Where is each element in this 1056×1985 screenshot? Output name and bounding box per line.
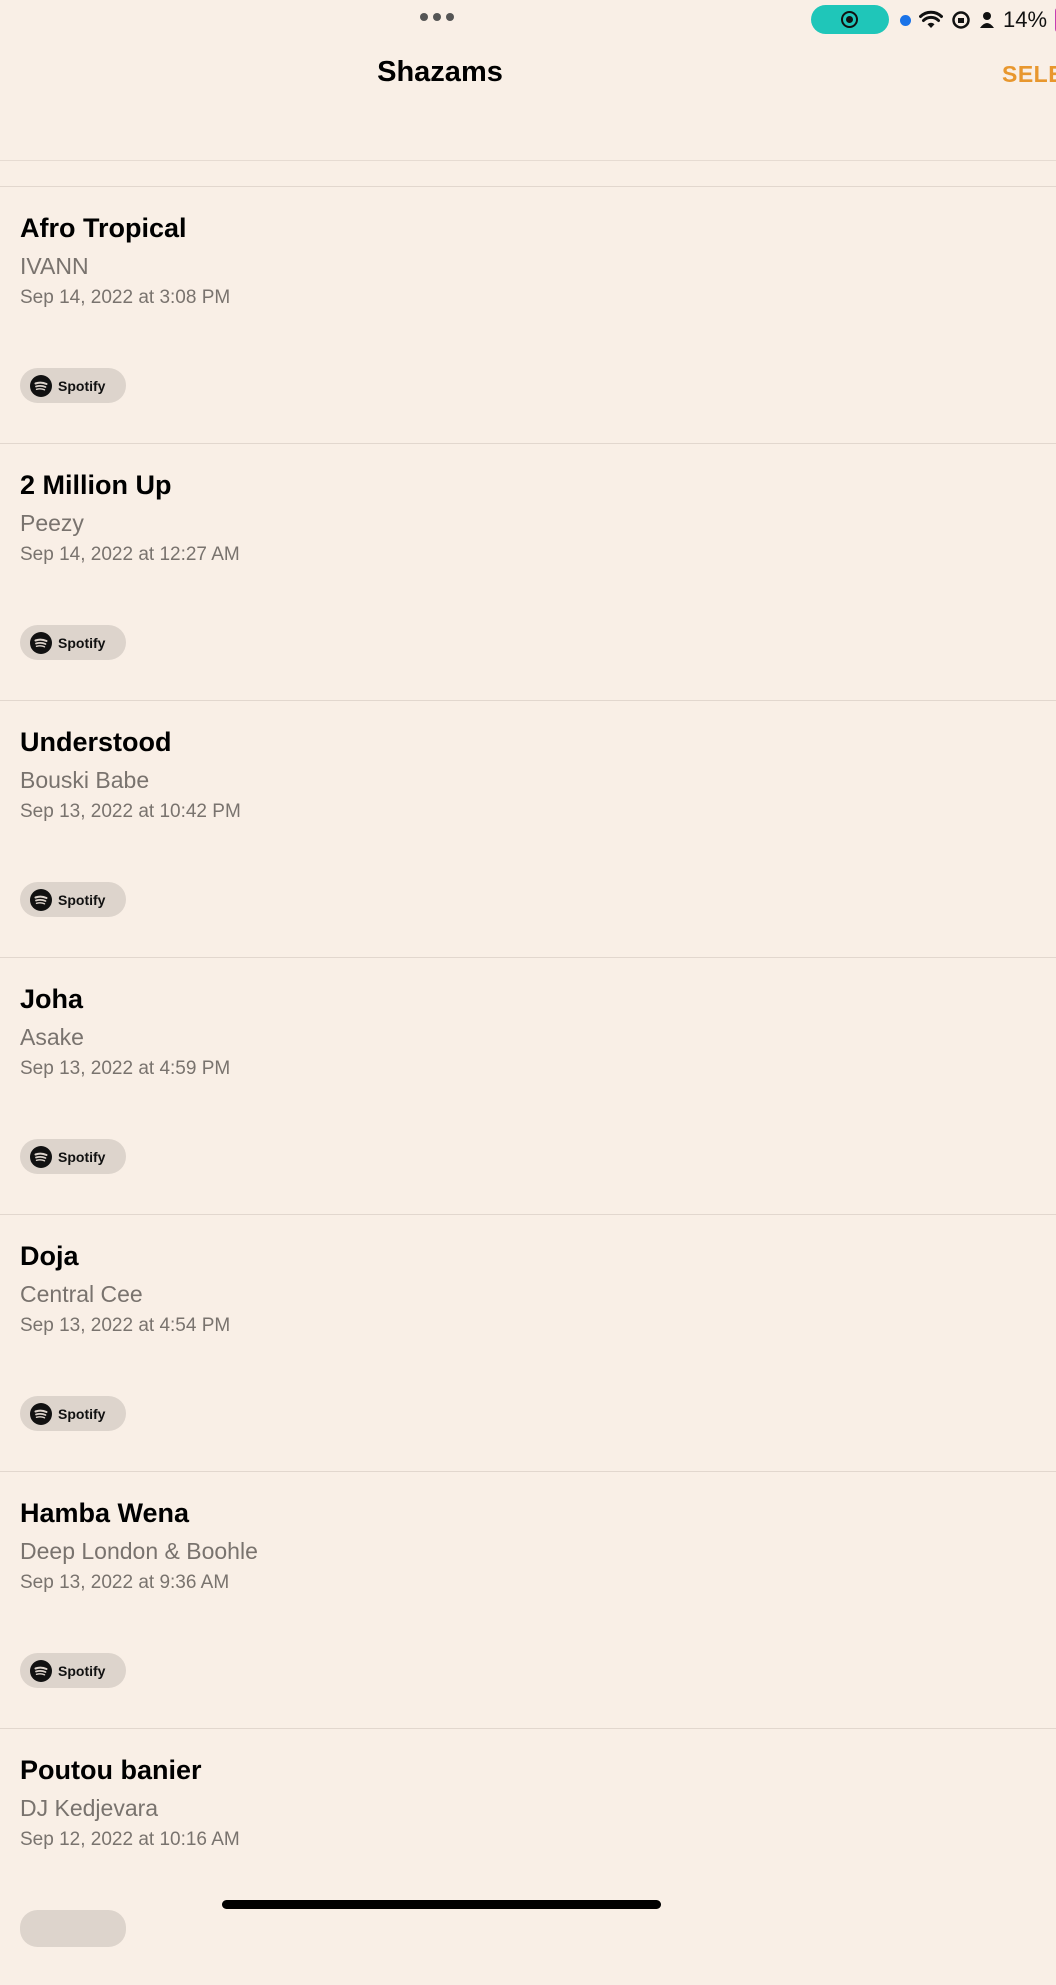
- location-dot-icon: [900, 14, 911, 26]
- spotify-label: Spotify: [58, 377, 106, 394]
- song-date: Sep 12, 2022 at 10:16 AM: [20, 1829, 240, 1850]
- song-artist: DJ Kedjevara: [20, 1795, 159, 1821]
- song-artist: Central Cee: [20, 1281, 143, 1307]
- spotify-label: Spotify: [58, 1662, 106, 1679]
- spotify-label: Spotify: [58, 634, 106, 651]
- song-artist: Asake: [20, 1024, 84, 1050]
- spotify-button[interactable]: Spotify: [20, 368, 126, 403]
- spotify-button[interactable]: Spotify: [20, 1139, 126, 1174]
- song-title: Afro Tropical: [20, 213, 187, 243]
- spotify-button[interactable]: Spotify: [20, 1396, 126, 1431]
- status-icons: 14%: [900, 6, 1056, 34]
- song-title: Understood: [20, 727, 172, 757]
- battery-percent: 14%: [1003, 7, 1048, 32]
- song-artist: Deep London & Boohle: [20, 1538, 258, 1564]
- song-date: Sep 13, 2022 at 4:54 PM: [20, 1315, 231, 1336]
- spotify-label: Spotify: [58, 891, 106, 908]
- spotify-button[interactable]: Spotify: [20, 882, 126, 917]
- header-divider: [0, 160, 1056, 161]
- song-row[interactable]: Afro Tropical IVANN Sep 14, 2022 at 3:08…: [0, 186, 1056, 443]
- spotify-icon: [30, 888, 52, 911]
- song-artist: Bouski Babe: [20, 767, 150, 793]
- song-date: Sep 14, 2022 at 12:27 AM: [20, 544, 240, 565]
- partial-spotify-button[interactable]: [20, 1912, 126, 1947]
- song-title: 2 Million Up: [20, 470, 172, 500]
- spotify-icon: [30, 1402, 52, 1425]
- wifi-icon: [919, 10, 943, 28]
- song-title: Doja: [20, 1241, 79, 1271]
- song-row[interactable]: 2 Million Up Peezy Sep 14, 2022 at 12:27…: [0, 443, 1056, 700]
- song-artist: Peezy: [20, 510, 84, 536]
- spotify-icon: [30, 1145, 52, 1168]
- spotify-icon: [30, 374, 52, 397]
- spotify-label: Spotify: [58, 1148, 106, 1165]
- song-date: Sep 13, 2022 at 10:42 PM: [20, 801, 241, 822]
- home-indicator[interactable]: [222, 1900, 661, 1909]
- song-row[interactable]: Doja Central Cee Sep 13, 2022 at 4:54 PM…: [0, 1214, 1056, 1471]
- song-artist: IVANN: [20, 253, 89, 279]
- shazams-list: Afro Tropical IVANN Sep 14, 2022 at 3:08…: [0, 186, 1056, 1985]
- page-title: Shazams: [377, 56, 503, 88]
- song-row[interactable]: Poutou banier DJ Kedjevara Sep 12, 2022 …: [0, 1728, 1056, 1985]
- orientation-lock-icon: [952, 11, 970, 29]
- spotify-icon: [30, 1659, 52, 1682]
- multitasking-dots-icon[interactable]: [420, 13, 454, 21]
- song-date: Sep 14, 2022 at 3:08 PM: [20, 287, 231, 308]
- status-bar: 14%: [0, 0, 1056, 40]
- song-date: Sep 13, 2022 at 4:59 PM: [20, 1058, 231, 1079]
- song-row[interactable]: Joha Asake Sep 13, 2022 at 4:59 PM Spoti…: [0, 957, 1056, 1214]
- song-row[interactable]: Understood Bouski Babe Sep 13, 2022 at 1…: [0, 700, 1056, 957]
- song-date: Sep 13, 2022 at 9:36 AM: [20, 1572, 230, 1593]
- song-title: Joha: [20, 984, 84, 1014]
- spotify-label: Spotify: [58, 1405, 106, 1422]
- spotify-button[interactable]: Spotify: [20, 1653, 126, 1688]
- screen-recording-indicator[interactable]: [811, 5, 889, 34]
- spotify-button[interactable]: Spotify: [20, 625, 126, 660]
- song-title: Hamba Wena: [20, 1498, 190, 1528]
- song-title: Poutou banier: [20, 1755, 202, 1785]
- navigation-header: Shazams SELECT: [0, 40, 1056, 160]
- song-row[interactable]: Hamba Wena Deep London & Boohle Sep 13, …: [0, 1471, 1056, 1728]
- spotify-icon: [30, 631, 52, 654]
- record-icon: [841, 11, 858, 28]
- select-button[interactable]: SELECT: [1002, 61, 1056, 88]
- person-icon: [980, 12, 994, 28]
